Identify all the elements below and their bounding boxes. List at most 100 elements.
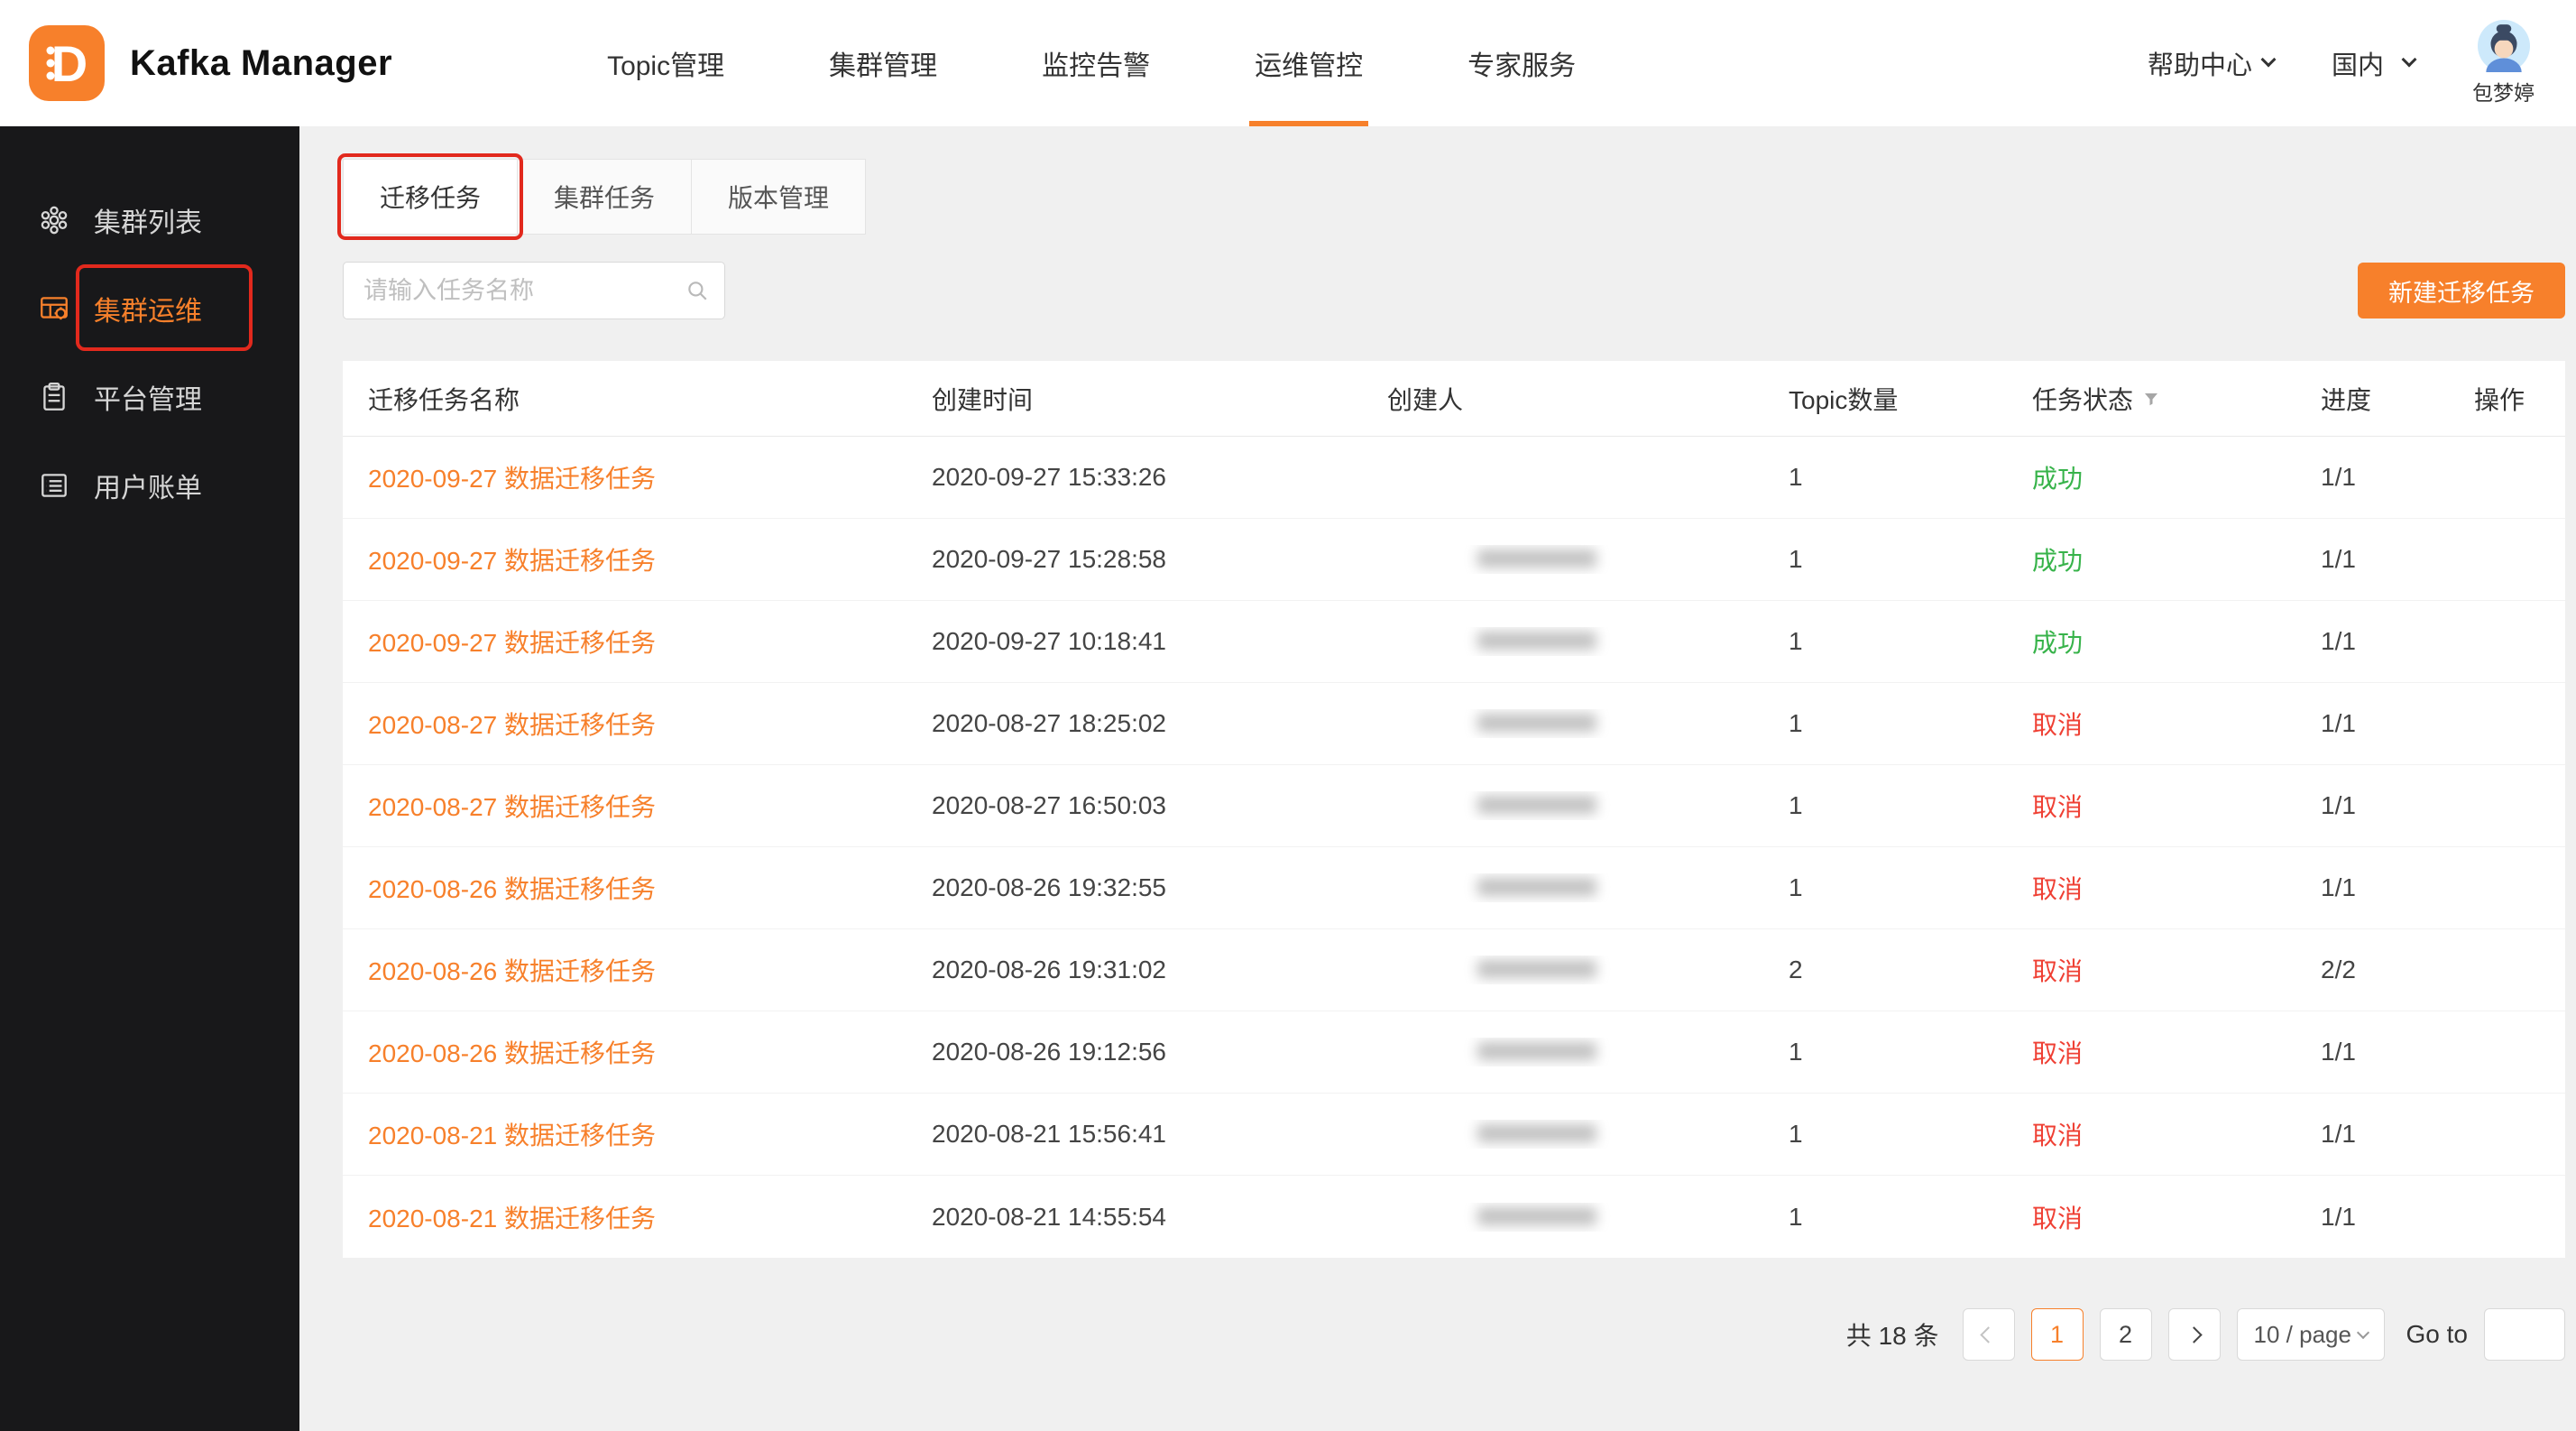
created-time: 2020-08-26 19:31:02: [906, 956, 1362, 984]
user-billing-icon: [38, 469, 70, 502]
table-row: 2020-08-21 数据迁移任务 2020-08-21 14:55:54 1 …: [343, 1176, 2565, 1258]
creator-cell: [1362, 627, 1763, 656]
nav-topic-management[interactable]: Topic管理: [555, 0, 777, 126]
progress-value: 1/1: [2295, 545, 2449, 574]
main-content: 迁移任务 集群任务 版本管理 新建迁移任务 迁移任务名称 创建时间 创建人 To…: [299, 126, 2576, 1431]
table-row: 2020-09-27 数据迁移任务 2020-09-27 15:33:26 1 …: [343, 437, 2565, 519]
sidebar: 集群列表 集群运维 平台管理 用户账单: [0, 126, 299, 1431]
table-row: 2020-08-26 数据迁移任务 2020-08-26 19:31:02 2 …: [343, 929, 2565, 1011]
nav-expert-service[interactable]: 专家服务: [1415, 0, 1628, 126]
migration-tasks-table: 迁移任务名称 创建时间 创建人 Topic数量 任务状态 进度 操作 2020-…: [343, 361, 2565, 1258]
sidebar-item-label: 平台管理: [94, 377, 202, 417]
task-name-link[interactable]: 2020-08-26 数据迁移任务: [368, 875, 656, 903]
status-badge: 取消: [2007, 788, 2295, 824]
col-creator: 创建人: [1362, 381, 1763, 417]
table-header-row: 迁移任务名称 创建时间 创建人 Topic数量 任务状态 进度 操作: [343, 361, 2565, 437]
topic-count: 1: [1763, 709, 2007, 738]
nav-monitor-alert[interactable]: 监控告警: [989, 0, 1202, 126]
topic-count: 1: [1763, 627, 2007, 656]
created-time: 2020-08-27 18:25:02: [906, 709, 1362, 738]
task-name-link[interactable]: 2020-08-21 数据迁移任务: [368, 1122, 656, 1149]
created-time: 2020-08-26 19:12:56: [906, 1038, 1362, 1066]
progress-value: 1/1: [2295, 791, 2449, 820]
col-operation: 操作: [2449, 381, 2565, 417]
task-name-link[interactable]: 2020-08-27 数据迁移任务: [368, 793, 656, 821]
task-name-link[interactable]: 2020-08-26 数据迁移任务: [368, 1039, 656, 1067]
col-task-status: 任务状态: [2007, 381, 2295, 417]
page-size-select[interactable]: 10 / page: [2237, 1308, 2385, 1361]
filter-icon[interactable]: [2142, 390, 2160, 408]
tab-cluster-tasks[interactable]: 集群任务: [517, 159, 692, 235]
region-menu[interactable]: 国内: [2332, 44, 2415, 82]
cluster-ops-icon: [38, 292, 70, 325]
task-name-link[interactable]: 2020-09-27 数据迁移任务: [368, 465, 656, 493]
redacted-creator: [1477, 549, 1596, 568]
progress-value: 1/1: [2295, 1038, 2449, 1066]
status-badge: 取消: [2007, 1199, 2295, 1235]
progress-value: 2/2: [2295, 956, 2449, 984]
redacted-creator: [1477, 1042, 1596, 1060]
col-created-time: 创建时间: [906, 381, 1362, 417]
search-input[interactable]: [343, 262, 725, 319]
creator-cell: [1362, 709, 1763, 738]
table-row: 2020-08-26 数据迁移任务 2020-08-26 19:12:56 1 …: [343, 1011, 2565, 1094]
created-time: 2020-08-21 14:55:54: [906, 1203, 1362, 1232]
redacted-creator: [1477, 960, 1596, 978]
table-row: 2020-08-27 数据迁移任务 2020-08-27 18:25:02 1 …: [343, 683, 2565, 765]
next-page-button[interactable]: [2168, 1308, 2221, 1361]
redacted-creator: [1477, 632, 1596, 650]
status-badge: 取消: [2007, 1116, 2295, 1152]
topic-count: 1: [1763, 873, 2007, 902]
creator-cell: [1362, 545, 1763, 574]
prev-page-button[interactable]: [1963, 1308, 2015, 1361]
task-name-link[interactable]: 2020-08-21 数据迁移任务: [368, 1205, 656, 1233]
goto-label: Go to: [2406, 1320, 2468, 1349]
task-name-link[interactable]: 2020-08-27 数据迁移任务: [368, 711, 656, 739]
tab-version-management[interactable]: 版本管理: [691, 159, 866, 235]
chevron-down-icon: [2260, 52, 2276, 68]
topic-count: 1: [1763, 545, 2007, 574]
help-center-menu[interactable]: 帮助中心: [2148, 44, 2274, 82]
topic-count: 2: [1763, 956, 2007, 984]
nav-ops-control[interactable]: 运维管控: [1202, 0, 1415, 126]
creator-cell: [1362, 1120, 1763, 1149]
tab-migration-tasks[interactable]: 迁移任务: [343, 159, 518, 235]
created-time: 2020-09-27 15:33:26: [906, 463, 1362, 492]
task-name-link[interactable]: 2020-08-26 数据迁移任务: [368, 957, 656, 985]
created-time: 2020-08-26 19:32:55: [906, 873, 1362, 902]
toolbar: 新建迁移任务: [343, 262, 2565, 319]
sidebar-item-platform-management[interactable]: 平台管理: [0, 353, 299, 441]
sidebar-item-cluster-list[interactable]: 集群列表: [0, 176, 299, 264]
created-time: 2020-09-27 15:28:58: [906, 545, 1362, 574]
total-count: 共 18 条: [1846, 1316, 1939, 1353]
user-menu[interactable]: 包梦婷: [2472, 20, 2535, 106]
search-icon[interactable]: [685, 279, 709, 302]
progress-value: 1/1: [2295, 627, 2449, 656]
col-task-status-label: 任务状态: [2032, 381, 2133, 417]
sidebar-item-cluster-ops[interactable]: 集群运维: [0, 264, 299, 353]
page-button-1[interactable]: 1: [2031, 1308, 2084, 1361]
sidebar-item-label: 用户账单: [94, 466, 202, 505]
topic-count: 1: [1763, 1120, 2007, 1149]
page-button-2[interactable]: 2: [2100, 1308, 2152, 1361]
col-topic-count: Topic数量: [1763, 381, 2007, 417]
table-row: 2020-09-27 数据迁移任务 2020-09-27 15:28:58 1 …: [343, 519, 2565, 601]
task-name-link[interactable]: 2020-09-27 数据迁移任务: [368, 629, 656, 657]
app-logo-icon: D: [27, 23, 106, 103]
goto-page-input[interactable]: [2484, 1308, 2565, 1361]
status-badge: 取消: [2007, 870, 2295, 906]
progress-value: 1/1: [2295, 873, 2449, 902]
top-header: D Kafka Manager Topic管理 集群管理 监控告警 运维管控 专…: [0, 0, 2576, 126]
nav-cluster-management[interactable]: 集群管理: [777, 0, 989, 126]
col-progress: 进度: [2295, 381, 2449, 417]
create-migration-task-button[interactable]: 新建迁移任务: [2358, 263, 2565, 319]
sidebar-item-label: 集群运维: [94, 289, 202, 328]
sidebar-item-user-billing[interactable]: 用户账单: [0, 441, 299, 530]
created-time: 2020-09-27 10:18:41: [906, 627, 1362, 656]
progress-value: 1/1: [2295, 1203, 2449, 1232]
task-name-link[interactable]: 2020-09-27 数据迁移任务: [368, 547, 656, 575]
region-label: 国内: [2332, 44, 2384, 82]
topic-count: 1: [1763, 463, 2007, 492]
search-box: [343, 262, 725, 319]
page-size-label: 10 / page: [2254, 1321, 2351, 1349]
